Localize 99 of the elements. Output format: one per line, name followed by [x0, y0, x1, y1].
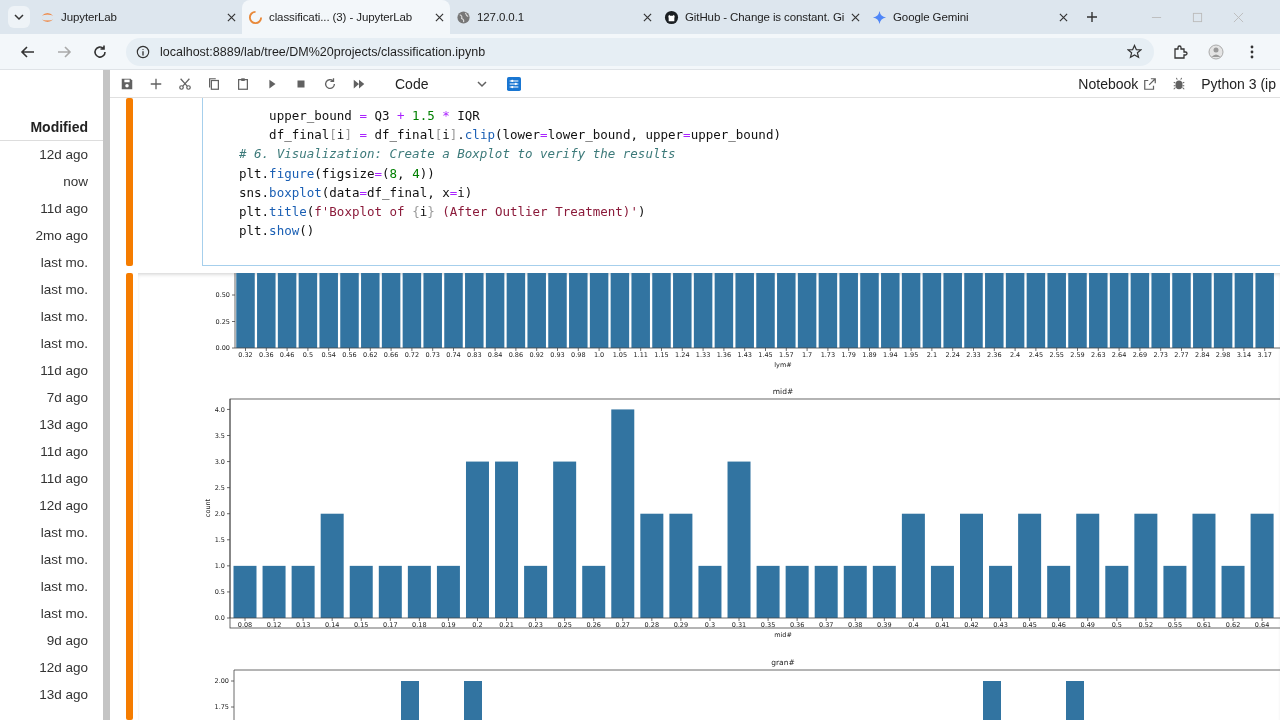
- puzzle-icon[interactable]: [1172, 43, 1188, 60]
- modified-date: 11d ago: [39, 443, 89, 461]
- info-icon[interactable]: [136, 44, 150, 59]
- tab-title: classificati... (3) - JupyterLab: [269, 11, 414, 23]
- modified-date: 13d ago: [38, 416, 89, 434]
- modified-date: 11d ago: [39, 200, 89, 218]
- close-icon[interactable]: [435, 12, 444, 22]
- bar: [1105, 565, 1129, 618]
- bar: [872, 565, 896, 618]
- sliders-icon[interactable]: [507, 76, 522, 91]
- bar: [436, 565, 460, 618]
- browser-tab[interactable]: Google Gemini: [866, 0, 1074, 34]
- bug-icon[interactable]: [1172, 76, 1187, 91]
- modified-date: 11d ago: [39, 362, 89, 380]
- bar: [698, 565, 722, 618]
- bar: [464, 681, 482, 720]
- kernel-name[interactable]: Python 3 (ip: [1201, 75, 1276, 92]
- modified-date: 7d ago: [45, 389, 89, 407]
- bar: [989, 565, 1013, 618]
- bar: [843, 565, 867, 618]
- bar: [291, 565, 315, 618]
- plus-icon[interactable]: [1086, 11, 1098, 23]
- avatar-icon[interactable]: [1208, 43, 1224, 60]
- close-icon[interactable]: [851, 12, 860, 22]
- bar: [233, 565, 257, 618]
- bar: [785, 565, 809, 618]
- chevron-down-icon: [13, 11, 25, 23]
- close-icon[interactable]: [227, 12, 236, 22]
- modified-date: last mo.: [39, 335, 89, 353]
- code-line: plt.title(f'Boxplot of {i} (After Outlier Treatment)'): [239, 202, 647, 221]
- external-link-icon[interactable]: [1143, 76, 1158, 91]
- y-axis: [230, 669, 235, 720]
- browser-tab[interactable]: 127.0.0.1: [450, 0, 658, 34]
- bar: [1066, 681, 1084, 720]
- modified-date: 9d ago: [45, 632, 89, 650]
- address-field[interactable]: localhost:8889/lab/tree/DM%20projects/classification.ipynb: [126, 37, 1154, 66]
- bar: [401, 681, 419, 720]
- close-icon[interactable]: [643, 12, 652, 22]
- code-line: sns.boxplot(data=df_final, x=i): [239, 183, 474, 202]
- modified-date: last mo.: [39, 254, 89, 272]
- bar: [582, 565, 606, 618]
- bar: [262, 565, 286, 618]
- cell-type-dropdown[interactable]: Code: [391, 75, 493, 92]
- restart-icon[interactable]: [323, 76, 337, 91]
- sparkle-icon: [872, 9, 887, 25]
- modified-date: 12d ago: [38, 497, 89, 515]
- code-line: plt.figure(figsize=(8, 4)): [239, 164, 436, 183]
- bar: [407, 565, 431, 618]
- tab-title: JupyterLab: [61, 11, 118, 23]
- bar: [349, 565, 373, 618]
- back-icon[interactable]: [20, 43, 36, 60]
- cell-selection-bar[interactable]: [126, 98, 133, 266]
- plus-icon[interactable]: [149, 76, 163, 91]
- code-line: # 6. Visualization: Create a Boxplot to verify the results: [239, 145, 677, 164]
- tab-title: 127.0.0.1: [477, 11, 526, 23]
- bar: [378, 565, 402, 618]
- save-icon[interactable]: [120, 76, 134, 91]
- bar: [1163, 565, 1187, 618]
- reload-icon[interactable]: [92, 43, 108, 60]
- cell-type-value: Code: [395, 75, 429, 92]
- url-text: localhost:8889/lab/tree/DM%20projects/classification.ipynb: [160, 44, 487, 59]
- tab-title: GitHub - Change is constant. Gi: [685, 11, 845, 23]
- modified-date: now: [62, 173, 89, 191]
- tab-list-button[interactable]: [8, 6, 30, 28]
- modified-date: last mo.: [39, 605, 89, 623]
- browser-tab[interactable]: JupyterLab: [34, 0, 242, 34]
- star-icon[interactable]: [1127, 44, 1142, 59]
- modified-date: last mo.: [39, 551, 89, 569]
- code-line: df_final[i] = df_final[i].clip(lower=lower_bound, upper=upper_bound): [268, 126, 782, 145]
- modified-date: last mo.: [39, 578, 89, 596]
- modified-date: last mo.: [39, 281, 89, 299]
- code-line: upper_bound = Q3 + 1.5 * IQR: [268, 107, 481, 125]
- bar: [814, 565, 838, 618]
- modified-date: 12d ago: [38, 146, 89, 164]
- modified-date: last mo.: [39, 524, 89, 542]
- bar: [756, 565, 780, 618]
- browser-tab[interactable]: classificati... (3) - JupyterLab: [242, 0, 450, 34]
- bar: [983, 681, 1001, 720]
- cat-icon: [664, 9, 679, 25]
- modified-date: last mo.: [39, 308, 89, 326]
- modified-date: 2mo ago: [34, 227, 89, 245]
- browser-tab[interactable]: GitHub - Change is constant. Gi: [658, 0, 866, 34]
- bar: [1221, 565, 1245, 618]
- copy-icon[interactable]: [207, 76, 221, 91]
- modified-date: 13d ago: [38, 686, 89, 704]
- close-icon[interactable]: [1059, 12, 1068, 22]
- loading-icon: [248, 9, 263, 25]
- modified-date: 12d ago: [38, 659, 89, 677]
- globe-icon: [456, 9, 471, 25]
- scissors-icon[interactable]: [178, 76, 192, 91]
- bar: [1047, 565, 1071, 618]
- code-line: plt.show(): [239, 222, 316, 241]
- code-editor[interactable]: [202, 98, 1280, 266]
- modified-date: 11d ago: [39, 470, 89, 488]
- clipboard-icon[interactable]: [236, 76, 250, 91]
- tab-title: Google Gemini: [893, 11, 970, 23]
- bar: [524, 565, 548, 618]
- bar: [930, 565, 954, 618]
- notebook-button[interactable]: Notebook: [1078, 75, 1139, 92]
